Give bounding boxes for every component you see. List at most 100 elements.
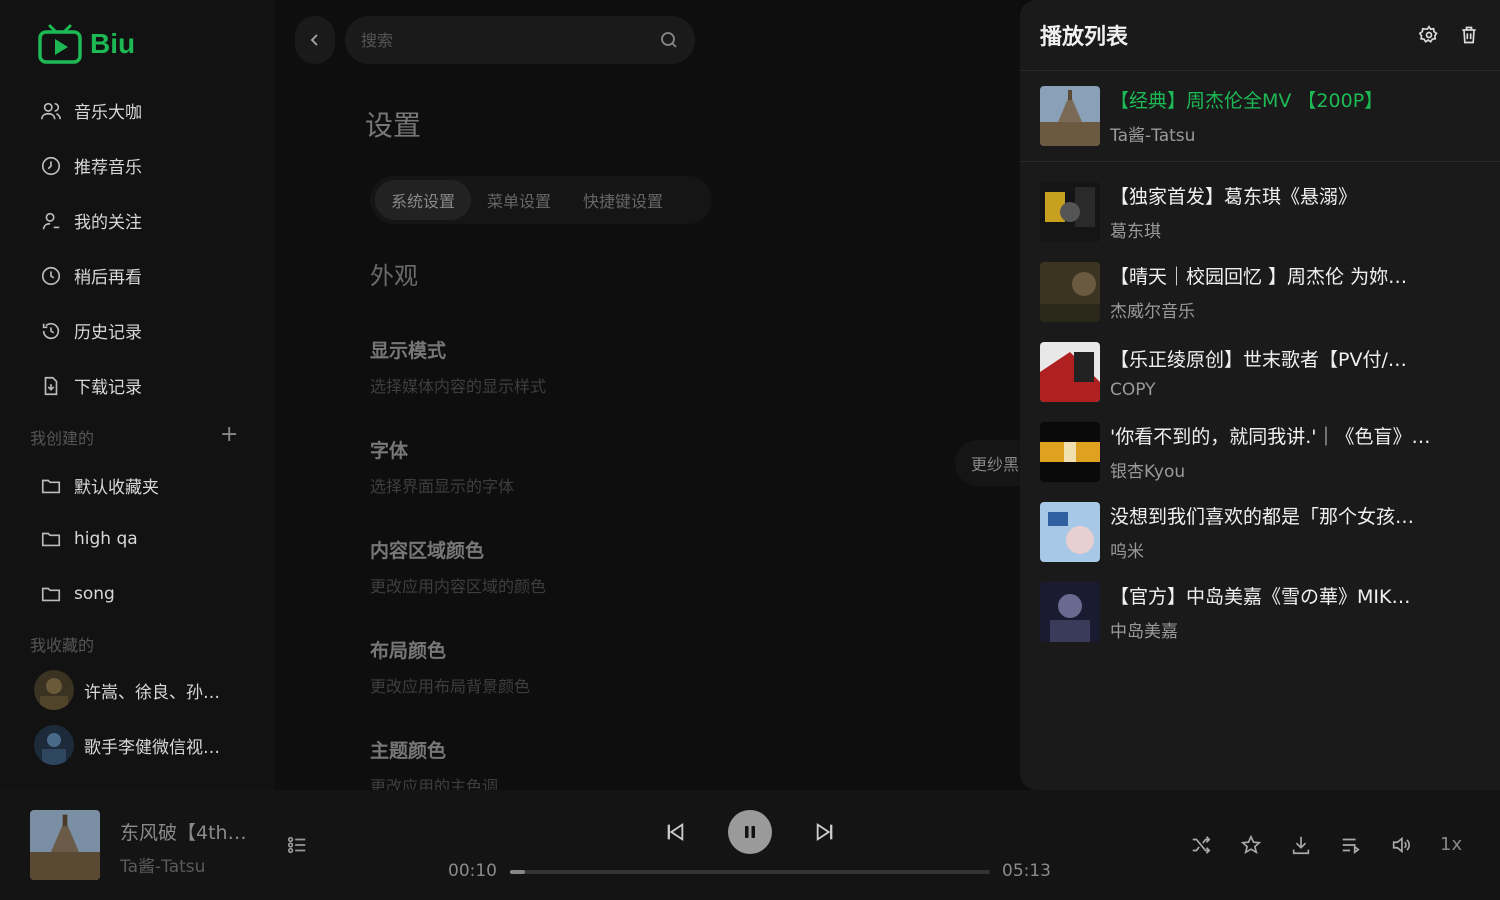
progress-bar[interactable]	[510, 870, 990, 874]
user-icon	[42, 212, 60, 229]
playlist-panel: 播放列表 【经典】周杰伦全MV 【200P】 Ta酱-Tatsu 【独家首发】葛…	[1020, 0, 1500, 790]
setting-description: 更改应用内容区域的颜色	[370, 577, 547, 596]
nav-music-stars[interactable]: 音乐大咖	[40, 98, 142, 123]
setting-font: 字体 选择界面显示的字体	[370, 436, 514, 497]
playlist-item[interactable]: 【乐正绫原创】世末歌者【PV付/… COPY	[1020, 332, 1500, 412]
add-folder-button[interactable]: +	[220, 424, 238, 446]
nav-label: 推荐音乐	[74, 158, 142, 178]
track-cover	[1040, 262, 1100, 322]
collected-item[interactable]: 许嵩、徐良、孙…	[34, 670, 220, 710]
track-artist: 银杏Kyou	[1110, 462, 1186, 482]
tab-menu-settings[interactable]: 菜单设置	[471, 180, 567, 220]
setting-display-mode: 显示模式 选择媒体内容的显示样式	[370, 336, 546, 397]
folder-item-song[interactable]: song	[40, 583, 115, 605]
track-artist: 呜米	[1110, 542, 1144, 562]
track-cover	[1040, 182, 1100, 242]
track-title: 【乐正绫原创】世末歌者【PV付/…	[1110, 348, 1407, 371]
search-icon[interactable]	[659, 30, 679, 50]
playlist-item[interactable]: 【晴天｜校园回忆 】周杰伦 为妳… 杰威尔音乐	[1020, 252, 1500, 332]
setting-title: 主题颜色	[370, 740, 447, 762]
track-title: 【独家首发】葛东琪《悬溺》	[1110, 186, 1358, 208]
created-section-label: 我创建的	[30, 429, 95, 448]
collection-label: 许嵩、徐良、孙…	[84, 682, 220, 703]
collection-label: 歌手李健微信视…	[84, 737, 220, 758]
setting-title: 字体	[370, 440, 409, 462]
folder-icon	[41, 532, 61, 547]
search-box	[345, 16, 695, 64]
track-artist: 中岛美嘉	[1110, 622, 1178, 642]
trash-icon[interactable]	[1458, 24, 1480, 46]
search-input[interactable]	[361, 30, 659, 50]
track-cover	[1040, 342, 1100, 402]
folder-item-high-qa[interactable]: high qa	[40, 528, 138, 550]
playback-rate-button[interactable]: 1x	[1440, 834, 1462, 855]
gear-icon[interactable]	[1418, 24, 1440, 46]
track-title: 没想到我们喜欢的都是「那个女孩…	[1110, 506, 1415, 528]
appearance-heading: 外观	[370, 262, 418, 290]
nav-label: 我的关注	[74, 213, 142, 233]
pause-icon	[745, 826, 755, 838]
star-icon[interactable]	[1240, 834, 1262, 856]
chevron-left-icon	[310, 34, 318, 46]
page-title: 设置	[365, 109, 422, 142]
compass-icon	[41, 156, 61, 175]
setting-description: 选择媒体内容的显示样式	[370, 377, 547, 396]
clock-icon	[41, 266, 61, 285]
app-logo[interactable]: Biu	[38, 24, 135, 64]
shuffle-icon[interactable]	[1190, 834, 1212, 856]
player-bar: 东风破【4th… Ta酱-Tatsu 00:10 05:13 1x	[0, 790, 1500, 900]
download-icon[interactable]	[1290, 834, 1312, 856]
folder-icon	[41, 587, 61, 602]
playlist-item[interactable]: 【官方】中岛美嘉《雪の華》MIK… 中岛美嘉	[1020, 572, 1500, 652]
previous-icon[interactable]	[662, 820, 688, 844]
playlist-item[interactable]: '你看不到的，就同我讲.'｜《色盲》… 银杏Kyou	[1020, 412, 1500, 492]
tab-system-settings[interactable]: 系统设置	[375, 180, 472, 220]
collected-item[interactable]: 歌手李健微信视…	[34, 725, 220, 765]
total-time: 05:13	[1002, 861, 1051, 881]
history-icon	[42, 322, 60, 339]
font-select[interactable]: 更纱黑	[955, 440, 1020, 486]
folder-icon	[41, 479, 61, 493]
setting-description: 更改应用的主色调	[370, 777, 499, 790]
nav-label: 稍后再看	[74, 268, 142, 288]
playlist-item[interactable]: 没想到我们喜欢的都是「那个女孩… 呜米	[1020, 492, 1500, 572]
settings-tabs: 系统设置 菜单设置 快捷键设置	[370, 176, 712, 224]
track-artist: 葛东琪	[1110, 222, 1161, 242]
now-playing-title[interactable]: 东风破【4th…	[120, 818, 247, 845]
nav-following[interactable]: 我的关注	[40, 208, 142, 233]
setting-content-color: 内容区域颜色 更改应用内容区域的颜色	[370, 536, 546, 597]
playlist-item[interactable]: 【独家首发】葛东琪《悬溺》 葛东琪	[1020, 172, 1500, 252]
folder-label: 默认收藏夹	[74, 478, 159, 498]
pause-button[interactable]	[728, 810, 772, 854]
volume-icon[interactable]	[1390, 834, 1412, 856]
settings-page: 设置 系统设置 菜单设置 快捷键设置 外观 显示模式 选择媒体内容的显示样式 字…	[275, 0, 1020, 790]
folder-item-default[interactable]: 默认收藏夹	[40, 473, 159, 498]
track-artist: Ta酱-Tatsu	[1110, 126, 1196, 146]
queue-list-icon[interactable]	[1340, 834, 1362, 856]
playlist-item-current[interactable]: 【经典】周杰伦全MV 【200P】 Ta酱-Tatsu	[1020, 71, 1500, 162]
next-icon[interactable]	[812, 820, 838, 844]
now-playing-artist[interactable]: Ta酱-Tatsu	[120, 852, 205, 877]
now-playing-cover[interactable]	[30, 810, 100, 880]
track-cover	[1040, 86, 1100, 146]
playlist-header: 播放列表	[1020, 0, 1500, 71]
nav-recommend[interactable]: 推荐音乐	[40, 153, 142, 178]
collected-section-label: 我收藏的	[30, 636, 95, 655]
track-title: 【经典】周杰伦全MV 【200P】	[1110, 90, 1384, 112]
tab-shortcut-settings[interactable]: 快捷键设置	[567, 180, 679, 220]
track-cover	[1040, 422, 1100, 482]
progress-fill	[510, 870, 526, 874]
nav-label: 下载记录	[74, 378, 142, 398]
download-file-icon	[44, 376, 58, 395]
collection-avatar	[34, 725, 74, 765]
nav-history[interactable]: 历史记录	[40, 318, 142, 343]
nav-downloads[interactable]: 下载记录	[40, 373, 142, 398]
setting-title: 显示模式	[370, 340, 447, 362]
users-icon	[41, 102, 61, 119]
nav-watch-later[interactable]: 稍后再看	[40, 263, 142, 288]
back-button[interactable]	[295, 16, 335, 64]
track-title: 【官方】中岛美嘉《雪の華》MIK…	[1110, 586, 1411, 608]
track-cover	[1040, 582, 1100, 642]
playlist-toggle-icon[interactable]	[286, 834, 308, 860]
setting-layout-color: 布局颜色 更改应用布局背景颜色	[370, 636, 530, 697]
